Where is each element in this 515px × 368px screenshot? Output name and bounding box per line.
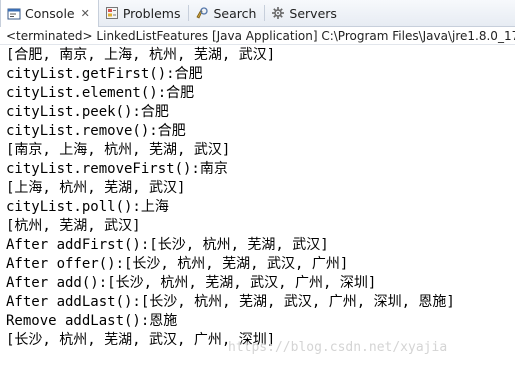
tab-console-label: Console (25, 6, 75, 21)
tab-problems-label: Problems (122, 5, 181, 21)
servers-icon (271, 6, 285, 20)
console-line: [杭州, 芜湖, 武汉] (6, 218, 141, 234)
console-line: cityList.peek():合肥 (6, 104, 169, 120)
console-line: [南京, 上海, 杭州, 芜湖, 武汉] (6, 142, 231, 158)
console-line: cityList.element():合肥 (6, 85, 195, 101)
console-line: [合肥, 南京, 上海, 杭州, 芜湖, 武汉] (6, 47, 276, 63)
tab-console[interactable]: Console ✕ (0, 0, 99, 27)
tab-servers-label: Servers (289, 5, 337, 21)
search-icon (195, 6, 209, 20)
console-line: cityList.poll():上海 (6, 199, 169, 215)
console-line: cityList.getFirst():合肥 (6, 66, 203, 82)
view-tab-bar: Console ✕ Problems Search Servers (0, 0, 515, 27)
console-line: Remove addLast():恩施 (6, 313, 178, 329)
process-status-line: <terminated> LinkedListFeatures [Java Ap… (0, 27, 515, 45)
tab-problems[interactable]: Problems (99, 0, 189, 26)
console-line: cityList.removeFirst():南京 (6, 161, 228, 177)
tab-search[interactable]: Search (189, 0, 264, 26)
console-line: After addFirst():[长沙, 杭州, 芜湖, 武汉] (6, 237, 329, 253)
console-output[interactable]: [合肥, 南京, 上海, 杭州, 芜湖, 武汉] cityList.getFir… (0, 46, 515, 368)
console-line: After offer():[长沙, 杭州, 芜湖, 武汉, 广州] (6, 256, 349, 272)
console-line: [长沙, 杭州, 芜湖, 武汉, 广州, 深圳] (6, 332, 276, 348)
problems-icon (105, 6, 119, 20)
console-line: [上海, 杭州, 芜湖, 武汉] (6, 180, 186, 196)
tab-servers[interactable]: Servers (265, 0, 345, 26)
console-line: After addLast():[长沙, 杭州, 芜湖, 武汉, 广州, 深圳,… (6, 294, 455, 310)
tab-search-label: Search (213, 5, 257, 21)
close-icon[interactable]: ✕ (81, 7, 90, 20)
console-line: cityList.remove():合肥 (6, 123, 186, 139)
console-icon (7, 7, 21, 21)
console-line: After add():[长沙, 杭州, 芜湖, 武汉, 广州, 深圳] (6, 275, 377, 291)
eclipse-console-view: Console ✕ Problems Search Servers <termi… (0, 0, 515, 368)
